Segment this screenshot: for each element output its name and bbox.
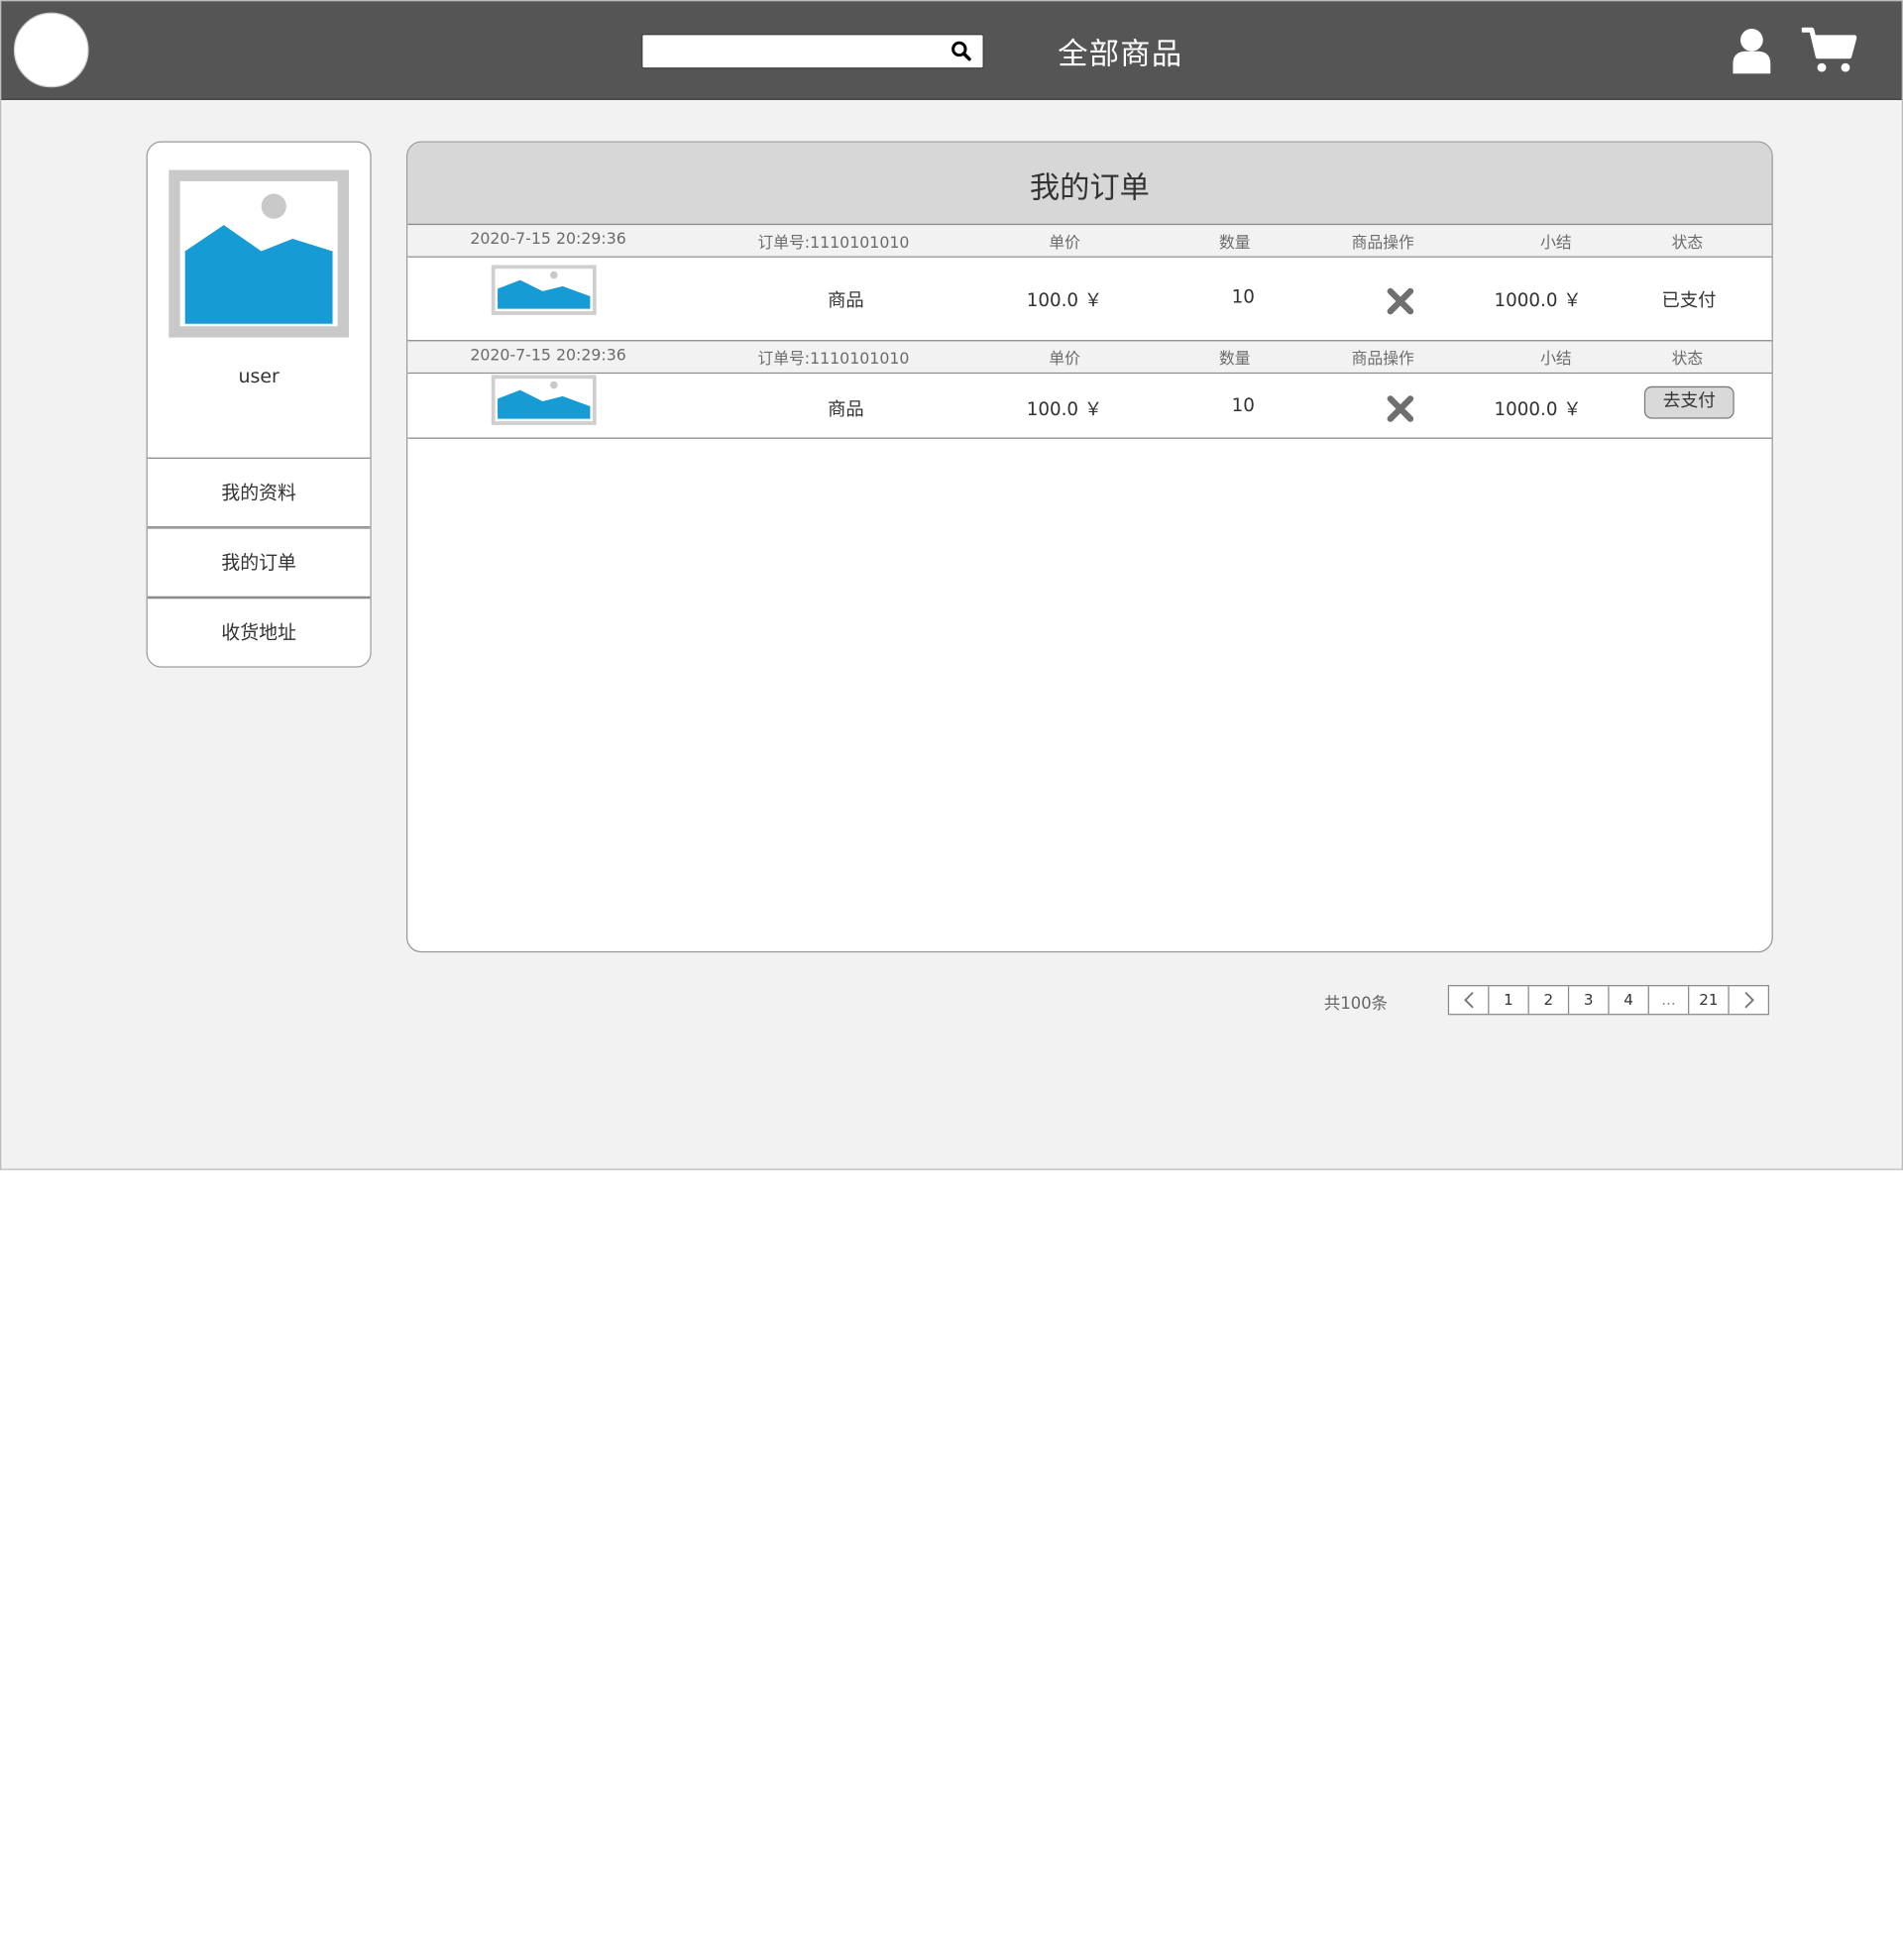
order-item-row: 商品 100.0 ￥ 10 1000.0 ￥ 已支付 <box>407 257 1772 342</box>
pagination: 1 2 3 4 ... 21 <box>1447 985 1770 1016</box>
image-placeholder-icon <box>498 271 591 309</box>
order-date: 2020-7-15 20:29:36 <box>470 228 626 248</box>
product-thumbnail[interactable] <box>491 375 597 425</box>
page-button[interactable]: 4 <box>1608 986 1647 1015</box>
header-unit-price: 单价 <box>1049 232 1080 252</box>
app-frame: 全部商品 user 我的资料 我的订单 收货地址 我的订单 2020-7-15 … <box>0 0 1903 1170</box>
subtotal: 1000.0 ￥ <box>1494 399 1582 420</box>
header-actions: 商品操作 <box>1351 348 1414 368</box>
quantity: 10 <box>1231 395 1255 417</box>
logo[interactable] <box>13 12 89 88</box>
header-subtotal: 小结 <box>1540 348 1572 368</box>
header-status: 状态 <box>1671 232 1704 252</box>
cart-icon[interactable] <box>1801 26 1857 73</box>
orders-panel: 我的订单 2020-7-15 20:29:36 订单号:1110101010 单… <box>405 141 1773 953</box>
unit-price: 100.0 ￥ <box>1026 290 1103 312</box>
order-meta-row: 2020-7-15 20:29:36 订单号:1110101010 单价 数量 … <box>407 223 1772 258</box>
page-button[interactable]: 3 <box>1567 986 1608 1015</box>
header-status: 状态 <box>1671 348 1704 368</box>
header-unit-price: 单价 <box>1049 348 1080 368</box>
order-date: 2020-7-15 20:29:36 <box>470 345 626 365</box>
image-placeholder-icon <box>498 381 591 419</box>
status-badge: 已支付 <box>1661 290 1717 312</box>
order-meta-row: 2020-7-15 20:29:36 订单号:1110101010 单价 数量 … <box>407 340 1772 375</box>
delete-x-icon[interactable] <box>1386 393 1415 423</box>
menu-item-my-profile[interactable]: 我的资料 <box>147 457 371 528</box>
page: 全部商品 user 我的资料 我的订单 收货地址 我的订单 2020-7-15 … <box>0 0 1903 1960</box>
order-item-row: 商品 100.0 ￥ 10 1000.0 ￥ 去支付 <box>407 374 1772 439</box>
menu-item-shipping-address[interactable]: 收货地址 <box>147 597 371 667</box>
quantity: 10 <box>1231 287 1255 308</box>
orders-header: 我的订单 <box>407 142 1772 226</box>
search-icon[interactable] <box>951 40 973 62</box>
next-page-button[interactable] <box>1728 986 1767 1015</box>
header-quantity: 数量 <box>1218 348 1251 368</box>
user-icon[interactable] <box>1730 26 1774 74</box>
image-placeholder-icon <box>184 193 333 324</box>
order-number: 订单号:1110101010 <box>757 348 910 368</box>
chevron-right-icon <box>1743 991 1754 1009</box>
wireframe: 全部商品 user 我的资料 我的订单 收货地址 我的订单 2020-7-15 … <box>0 0 1903 1950</box>
search-box[interactable] <box>641 34 984 69</box>
page-button[interactable]: 21 <box>1688 986 1728 1015</box>
page-title: 我的订单 <box>1029 169 1150 205</box>
product-thumbnail[interactable] <box>491 265 597 315</box>
all-products-link[interactable]: 全部商品 <box>1058 29 1182 72</box>
page-ellipsis: ... <box>1647 986 1688 1015</box>
delete-x-icon[interactable] <box>1386 286 1415 316</box>
profile-card: user 我的资料 我的订单 收货地址 <box>146 141 372 668</box>
top-bar: 全部商品 <box>1 1 1902 100</box>
menu-item-my-orders[interactable]: 我的订单 <box>147 527 371 598</box>
username: user <box>238 365 280 388</box>
unit-price: 100.0 ￥ <box>1026 399 1103 420</box>
total-count: 共100条 <box>1323 995 1389 1015</box>
subtotal: 1000.0 ￥ <box>1494 290 1582 312</box>
avatar <box>168 169 349 338</box>
order-number: 订单号:1110101010 <box>757 232 910 252</box>
search-input[interactable] <box>647 37 941 65</box>
product-name[interactable]: 商品 <box>828 395 864 421</box>
header-quantity: 数量 <box>1218 232 1251 252</box>
chevron-left-icon <box>1463 991 1474 1009</box>
header-subtotal: 小结 <box>1540 232 1572 252</box>
product-name[interactable]: 商品 <box>828 286 864 312</box>
page-button[interactable]: 2 <box>1527 986 1568 1015</box>
pay-button[interactable]: 去支付 <box>1643 385 1735 419</box>
prev-page-button[interactable] <box>1449 986 1488 1014</box>
header-actions: 商品操作 <box>1351 232 1414 252</box>
page-button[interactable]: 1 <box>1488 986 1527 1015</box>
